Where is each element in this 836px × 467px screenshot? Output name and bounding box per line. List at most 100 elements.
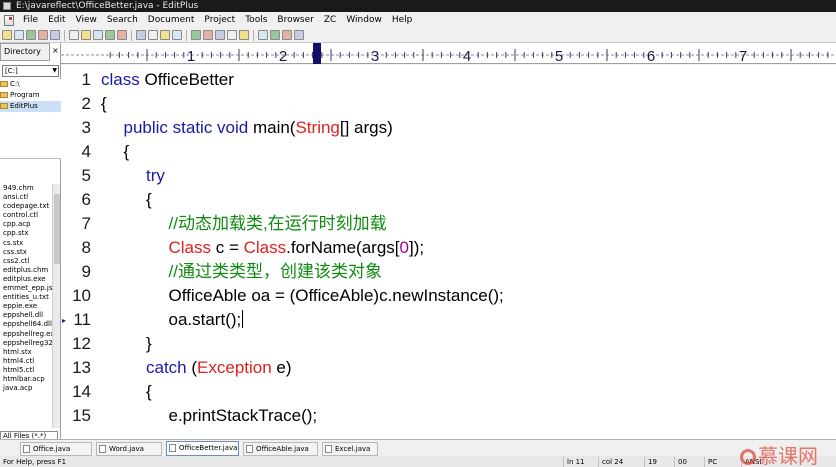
print-icon[interactable]	[50, 30, 60, 40]
drive-value: [C:]	[5, 67, 18, 75]
file-list-item[interactable]: java.acp	[0, 384, 52, 393]
file-list-item[interactable]: eppshell64.dll	[0, 320, 52, 329]
menu-bar: File Edit View Search Document Project T…	[0, 12, 836, 28]
code-token: main(	[252, 118, 296, 137]
ruler-icon[interactable]	[203, 30, 213, 40]
output-icon[interactable]	[270, 30, 280, 40]
file-list-item[interactable]: html5.ctl	[0, 366, 52, 375]
code-line[interactable]: class OfficeBetter	[101, 68, 234, 92]
line-number-icon[interactable]	[215, 30, 225, 40]
menu-help[interactable]: Help	[387, 12, 418, 28]
browser-icon[interactable]	[227, 30, 237, 40]
replace-icon[interactable]	[148, 30, 158, 40]
document-tab[interactable]: Office.java	[20, 442, 92, 456]
menu-document[interactable]: Document	[143, 12, 200, 28]
drive-select[interactable]: [C:] ▼	[2, 65, 59, 77]
file-list-item[interactable]: editplus.exe	[0, 275, 52, 284]
code-line[interactable]: {	[146, 380, 152, 404]
menu-view[interactable]: View	[71, 12, 102, 28]
file-list-item[interactable]: html.stx	[0, 348, 52, 357]
document-icon[interactable]	[4, 14, 14, 26]
file-list-item[interactable]: eppshell.dll	[0, 311, 52, 320]
document-tab[interactable]: Word.java	[96, 442, 162, 456]
code-line[interactable]: Class c = Class.forName(args[0]);	[169, 236, 425, 260]
copy-icon[interactable]	[105, 30, 115, 40]
code-line[interactable]: try	[146, 164, 165, 188]
open-icon[interactable]	[14, 30, 24, 40]
folder-item[interactable]: EditPlus	[0, 101, 61, 112]
code-line[interactable]: oa.start();	[169, 308, 244, 332]
menu-window[interactable]: Window	[341, 12, 387, 28]
menu-zc[interactable]: ZC	[319, 12, 341, 28]
code-line[interactable]: catch (Exception e)	[146, 356, 292, 380]
file-list-scrollbar[interactable]	[52, 184, 60, 428]
undo-icon[interactable]	[160, 30, 170, 40]
find-icon[interactable]	[136, 30, 146, 40]
code-line[interactable]: e.printStackTrace();	[169, 404, 318, 428]
code-line[interactable]: }	[146, 332, 152, 356]
code-line[interactable]: {	[124, 140, 130, 164]
directory-icon[interactable]	[258, 30, 268, 40]
file-list-item[interactable]: editplus.chm	[0, 266, 52, 275]
directory-tab[interactable]: Directory	[0, 43, 50, 61]
file-list-item[interactable]: cpp.acp	[0, 220, 52, 229]
app-icon	[3, 2, 11, 10]
document-tab[interactable]: OfficeAble.java	[243, 442, 318, 456]
file-list-item[interactable]: html4.ctl	[0, 357, 52, 366]
code-line[interactable]: {	[146, 188, 152, 212]
close-icon[interactable]: ×	[52, 46, 59, 55]
word-wrap-icon[interactable]	[191, 30, 201, 40]
paste-icon[interactable]	[117, 30, 127, 40]
folder-tree: C:\ Program EditPlus	[0, 79, 61, 159]
file-list-item[interactable]: emmet_epp.js	[0, 284, 52, 293]
folder-item[interactable]: Program	[0, 90, 61, 101]
folder-item[interactable]: C:\	[0, 79, 61, 90]
code-token: OfficeAble oa = (OfficeAble)c.newInstanc…	[168, 286, 504, 305]
toolbar-separator	[186, 29, 187, 41]
code-token: public static void	[123, 118, 253, 137]
code-token: catch	[146, 358, 192, 377]
file-list-item[interactable]: ansi.ctl	[0, 193, 52, 202]
code-line[interactable]: {	[101, 92, 107, 116]
menu-search[interactable]: Search	[102, 12, 143, 28]
document-tab[interactable]: OfficeBetter.java	[166, 441, 239, 456]
file-list-item[interactable]: codepage.txt	[0, 202, 52, 211]
file-list-item[interactable]: eppshellreg32.exe	[0, 339, 52, 348]
code-token: }	[146, 334, 152, 353]
document-tab[interactable]: Excel.java	[322, 442, 378, 456]
scrollbar-thumb[interactable]	[54, 194, 60, 264]
redo-icon[interactable]	[172, 30, 182, 40]
code-line[interactable]: OfficeAble oa = (OfficeAble)c.newInstanc…	[169, 284, 504, 308]
file-list-item[interactable]: eppshellreg.exe	[0, 330, 52, 339]
cut-icon[interactable]	[93, 30, 103, 40]
file-list-item[interactable]: 949.chm	[0, 184, 52, 193]
fullscreen-icon[interactable]	[282, 30, 292, 40]
file-list-item[interactable]: htmlbar.acp	[0, 375, 52, 384]
new-file-icon[interactable]	[2, 30, 12, 40]
cliptext-icon[interactable]	[239, 30, 249, 40]
menu-edit[interactable]: Edit	[43, 12, 70, 28]
menu-file[interactable]: File	[18, 12, 43, 28]
file-list-item[interactable]: css.stx	[0, 248, 52, 257]
menu-project[interactable]: Project	[199, 12, 240, 28]
toolbar-separator	[64, 29, 65, 41]
spell-icon[interactable]	[81, 30, 91, 40]
save-icon[interactable]	[26, 30, 36, 40]
menu-tools[interactable]: Tools	[240, 12, 272, 28]
save-all-icon[interactable]	[38, 30, 48, 40]
file-list-item[interactable]: cpp.stx	[0, 229, 52, 238]
menu-browser[interactable]: Browser	[272, 12, 318, 28]
check-icon[interactable]	[294, 30, 304, 40]
document-tab-label: OfficeBetter.java	[179, 444, 238, 452]
file-list-item[interactable]: css2.ctl	[0, 257, 52, 266]
java-file-icon	[99, 445, 106, 453]
file-list-item[interactable]: eppie.exe	[0, 302, 52, 311]
file-list-item[interactable]: control.ctl	[0, 211, 52, 220]
code-line[interactable]: public static void main(String[] args)	[124, 116, 393, 140]
code-editor[interactable]: 1 2 3 4 5 6 7 8 9 10 11 ▸ 12 13 14 15 class OfficeBette…	[61, 65, 836, 439]
print-preview-icon[interactable]	[69, 30, 79, 40]
file-list-item[interactable]: entities_u.txt	[0, 293, 52, 302]
code-line[interactable]: //通过类类型，创建该类对象	[169, 260, 382, 284]
file-list-item[interactable]: cs.stx	[0, 239, 52, 248]
code-line[interactable]: //动态加载类,在运行时刻加载	[169, 212, 387, 236]
